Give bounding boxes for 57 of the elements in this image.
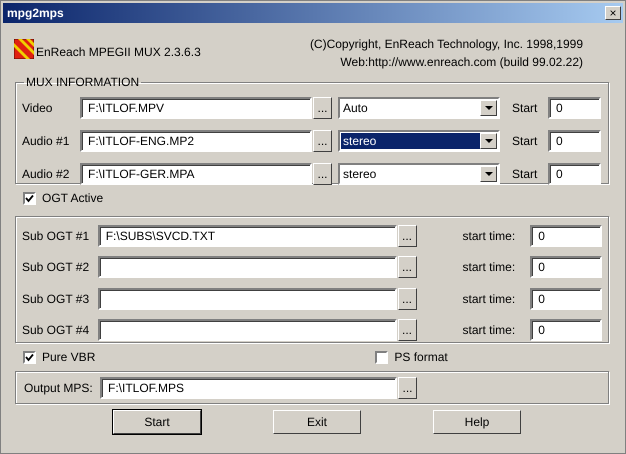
mode-dropdown[interactable]: stereo	[338, 130, 500, 152]
browse-button[interactable]: ...	[398, 224, 416, 247]
start-label: Start	[512, 100, 538, 114]
start-field[interactable]: 0	[548, 96, 601, 118]
start-label: Start	[512, 134, 538, 148]
browse-button[interactable]: ...	[398, 288, 416, 310]
start-time-label: start time:	[462, 292, 516, 306]
mode-dropdown[interactable]: Auto	[338, 96, 500, 118]
close-button[interactable]: ×	[605, 6, 621, 20]
dialog-button[interactable]: Exit	[273, 410, 361, 434]
checkbox-icon[interactable]	[23, 350, 36, 364]
file-field[interactable]	[98, 319, 397, 342]
ps-format-checkbox[interactable]: PS format	[375, 350, 448, 364]
start-time-field[interactable]: 0	[530, 319, 602, 342]
start-label: Start	[512, 166, 538, 180]
start-time-field[interactable]: 0	[530, 288, 602, 310]
stream-label: Audio #1	[22, 134, 70, 148]
browse-button[interactable]: ...	[313, 96, 332, 118]
file-field[interactable]	[98, 256, 397, 278]
file-field[interactable]	[98, 288, 397, 310]
start-time-field[interactable]: 0	[530, 224, 602, 247]
output-label: Output MPS:	[24, 380, 94, 394]
pure-vbr-checkbox[interactable]: Pure VBR	[23, 350, 96, 364]
ogt-active-checkbox[interactable]: OGT Active	[23, 190, 625, 206]
website-text: Web:http://www.enreach.com (build 99.02.22)	[340, 55, 583, 69]
mode-dropdown[interactable]: stereo	[338, 162, 500, 184]
subtitle-label: Sub OGT #3	[22, 292, 90, 306]
window-title: mpg2mps	[7, 6, 64, 20]
browse-button[interactable]: ...	[398, 256, 416, 278]
dialog-button[interactable]: Start	[113, 410, 201, 434]
start-time-label: start time:	[462, 228, 516, 243]
file-field[interactable]: F:\ITLOF.MPV	[80, 96, 312, 118]
start-time-label: start time:	[462, 323, 516, 338]
browse-button[interactable]: ...	[313, 162, 332, 184]
start-field[interactable]: 0	[548, 162, 601, 184]
output-file-field[interactable]: F:\ITLOF.MPS	[100, 376, 397, 398]
checkbox-icon[interactable]	[23, 192, 36, 204]
subtitle-label: Sub OGT #4	[22, 323, 90, 338]
checkbox-icon[interactable]	[375, 350, 388, 364]
start-time-label: start time:	[462, 260, 516, 274]
dialog-button[interactable]: Help	[433, 410, 521, 434]
product-name: EnReach MPEGII MUX 2.3.6.3	[36, 45, 201, 59]
browse-button[interactable]: ...	[398, 376, 417, 398]
copyright-text: (C)Copyright, EnReach Technology, Inc. 1998,1999	[310, 37, 583, 51]
logo-icon	[14, 39, 34, 59]
start-time-field[interactable]: 0	[530, 256, 602, 278]
start-field[interactable]: 0	[548, 130, 601, 152]
subtitle-label: Sub OGT #2	[22, 260, 90, 274]
browse-button[interactable]: ...	[398, 319, 416, 342]
file-field[interactable]: F:\SUBS\SVCD.TXT	[98, 224, 397, 247]
stream-label: Video	[22, 100, 54, 114]
file-field[interactable]: F:\ITLOF-GER.MPA	[80, 162, 312, 184]
browse-button[interactable]: ...	[313, 130, 332, 152]
subtitle-label: Sub OGT #1	[22, 228, 90, 243]
group-title: MUX INFORMATION	[25, 75, 140, 89]
stream-label: Audio #2	[22, 166, 70, 180]
file-field[interactable]: F:\ITLOF-ENG.MP2	[80, 130, 312, 152]
